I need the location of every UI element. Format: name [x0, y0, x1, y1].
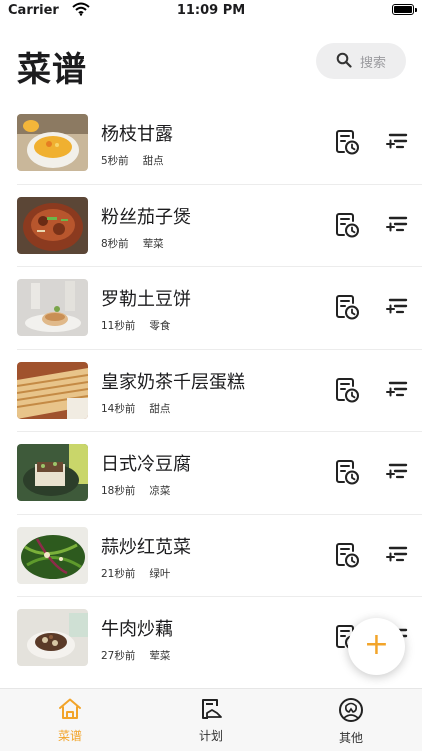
tab-label: 菜谱 — [57, 729, 82, 743]
recipe-thumbnail — [17, 279, 88, 336]
schedule-plan-icon[interactable] — [334, 128, 360, 156]
recipe-row[interactable]: 日式冷豆腐 18秒前 凉菜 — [0, 432, 422, 515]
recipe-thumbnail — [17, 526, 88, 584]
recipe-category: 甜点 — [142, 155, 164, 167]
recipe-meta: 18秒前 凉菜 — [101, 483, 170, 498]
recipe-name: 蒜炒红苋菜 — [101, 536, 191, 558]
status-time: 11:09 PM — [176, 3, 246, 18]
recipe-thumbnail — [17, 444, 88, 501]
recipe-row[interactable]: 蒜炒红苋菜 21秒前 绿叶 — [0, 515, 422, 597]
recipe-category: 甜点 — [149, 402, 171, 415]
recipe-name: 牛肉炒藕 — [101, 619, 173, 640]
add-to-list-icon[interactable] — [386, 297, 408, 317]
plan-icon — [202, 699, 222, 719]
tab-plan[interactable]: 计划 — [171, 697, 251, 744]
search-field[interactable]: 搜索 — [316, 43, 406, 79]
tab-label: 其他 — [338, 731, 363, 745]
recipe-category: 零食 — [149, 320, 171, 332]
page-title: 菜谱 — [17, 50, 87, 90]
home-icon — [59, 698, 81, 719]
search-placeholder: 搜索 — [360, 56, 387, 71]
schedule-plan-icon[interactable] — [334, 293, 360, 321]
recipe-time: 8秒前 — [101, 237, 129, 250]
recipe-time: 21秒前 — [101, 567, 136, 580]
schedule-plan-icon[interactable] — [334, 458, 360, 486]
search-icon — [336, 52, 352, 68]
add-to-list-icon[interactable] — [386, 380, 408, 400]
recipe-row[interactable]: 杨枝甘露 5秒前 甜点 — [0, 102, 422, 185]
battery-icon — [392, 4, 417, 15]
status-bar: Carrier 11:09 PM — [0, 0, 422, 22]
recipe-thumbnail — [17, 609, 88, 666]
recipe-meta: 11秒前 零食 — [101, 318, 170, 333]
recipe-thumbnail — [17, 114, 88, 171]
add-recipe-button[interactable]: + — [348, 618, 405, 675]
add-to-list-icon[interactable] — [386, 132, 408, 152]
recipe-category: 凉菜 — [149, 485, 171, 497]
recipe-row[interactable]: 粉丝茄子煲 8秒前 荤菜 — [0, 185, 422, 267]
tab-bar: 菜谱 计划 其他 — [0, 688, 422, 751]
recipe-meta: 8秒前 荤菜 — [101, 236, 164, 251]
recipe-name: 皇家奶茶千层蛋糕 — [101, 371, 245, 393]
recipe-time: 5秒前 — [101, 155, 129, 167]
add-to-list-icon[interactable] — [386, 545, 408, 565]
add-to-list-icon[interactable] — [386, 462, 408, 482]
other-icon — [339, 698, 363, 722]
recipe-time: 14秒前 — [101, 402, 136, 415]
recipe-name: 杨枝甘露 — [101, 124, 173, 145]
recipe-category: 绿叶 — [149, 567, 171, 580]
recipe-row[interactable]: 罗勒土豆饼 11秒前 零食 — [0, 267, 422, 350]
recipe-name: 日式冷豆腐 — [101, 454, 191, 475]
recipe-category: 荤菜 — [149, 650, 171, 662]
schedule-plan-icon[interactable] — [334, 541, 360, 569]
recipe-meta: 21秒前 绿叶 — [101, 566, 170, 581]
recipe-thumbnail — [17, 196, 88, 254]
recipe-name: 粉丝茄子煲 — [101, 206, 191, 228]
add-to-list-icon[interactable] — [386, 215, 408, 235]
tab-recipes[interactable]: 菜谱 — [30, 697, 110, 744]
recipe-meta: 5秒前 甜点 — [101, 153, 164, 168]
recipe-time: 27秒前 — [101, 650, 136, 662]
recipe-meta: 14秒前 甜点 — [101, 401, 170, 416]
recipe-thumbnail — [17, 361, 88, 419]
recipe-name: 罗勒土豆饼 — [101, 289, 191, 310]
recipe-time: 18秒前 — [101, 485, 136, 497]
recipe-time: 11秒前 — [101, 320, 136, 332]
schedule-plan-icon[interactable] — [334, 211, 360, 239]
recipe-row[interactable]: 皇家奶茶千层蛋糕 14秒前 甜点 — [0, 350, 422, 432]
recipe-list: 杨枝甘露 5秒前 甜点 粉丝茄子煲 8秒前 荤菜 罗勒土豆饼 11秒前 零食 皇… — [0, 102, 422, 680]
recipe-category: 荤菜 — [142, 237, 164, 250]
schedule-plan-icon[interactable] — [334, 376, 360, 404]
tab-label: 计划 — [198, 729, 223, 743]
tab-other[interactable]: 其他 — [311, 697, 391, 746]
plus-icon: + — [363, 627, 390, 662]
recipe-meta: 27秒前 荤菜 — [101, 648, 170, 663]
